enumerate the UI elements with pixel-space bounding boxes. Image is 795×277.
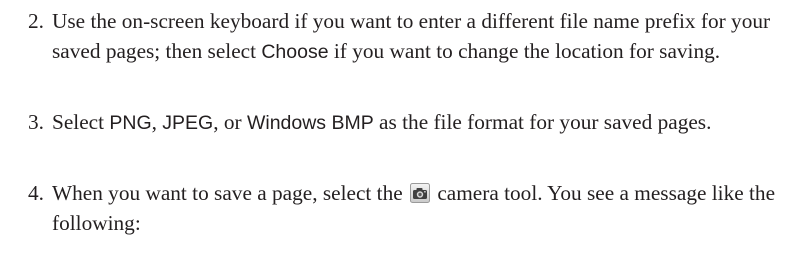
step-3: 3. Select PNG, JPEG, or Windows BMP as t…: [28, 107, 788, 138]
step-2: 2. Use the on-screen keyboard if you wan…: [28, 6, 788, 67]
step-4: 4. When you want to save a page, select …: [28, 178, 788, 238]
step-text: When you want to save a page, select the…: [52, 178, 788, 238]
step-text: Use the on-screen keyboard if you want t…: [52, 6, 788, 67]
camera-icon: [410, 183, 430, 203]
jpeg-option-label: JPEG: [162, 112, 214, 134]
step-text-segment: Select: [52, 110, 110, 134]
step-text-segment: if you want to change the location for s…: [328, 39, 721, 63]
step-text: Select PNG, JPEG, or Windows BMP as the …: [52, 107, 788, 138]
step-number: 4.: [28, 181, 44, 205]
windows-bmp-option-label: Windows BMP: [246, 112, 374, 134]
step-text-segment: , or: [213, 110, 247, 134]
step-text-segment: When you want to save a page, select the: [52, 181, 408, 205]
step-number: 3.: [28, 110, 44, 134]
step-number: 2.: [28, 9, 44, 33]
step-text-segment: ,: [151, 110, 163, 134]
step-text-segment: as the file format for your saved pages.: [373, 110, 712, 134]
png-option-label: PNG: [109, 112, 152, 134]
choose-option-label: Choose: [261, 41, 329, 63]
